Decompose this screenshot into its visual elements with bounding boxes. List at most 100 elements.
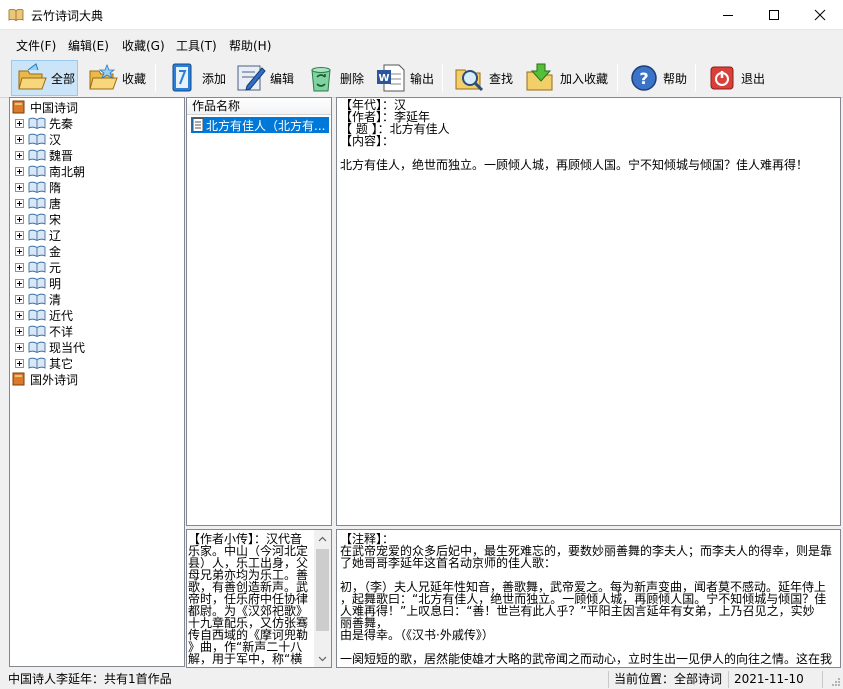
menu-bar: 文件(F) 编辑(E) 收藏(G) 工具(T) 帮助(H) bbox=[0, 31, 843, 58]
tree-node-dynasty[interactable]: 唐 bbox=[15, 195, 61, 211]
maximize-button[interactable] bbox=[751, 0, 797, 30]
expand-plus-icon[interactable] bbox=[15, 246, 24, 256]
toolbar-add-button[interactable]: 添加 bbox=[162, 60, 228, 96]
toolbar-delete-button[interactable]: 删除 bbox=[300, 60, 368, 96]
expand-plus-icon[interactable] bbox=[15, 166, 24, 176]
toolbar-edit-button[interactable]: 编辑 bbox=[230, 60, 296, 96]
expand-plus-icon[interactable] bbox=[15, 198, 24, 208]
tree-node-dynasty[interactable]: 元 bbox=[15, 259, 61, 275]
close-button[interactable] bbox=[797, 0, 843, 30]
edit-pencil-icon bbox=[237, 65, 266, 91]
tree-node-foreign[interactable]: 国外诗词 bbox=[11, 371, 78, 387]
tree-node-dynasty[interactable]: 魏晋 bbox=[15, 147, 73, 163]
scroll-up-button[interactable] bbox=[314, 530, 331, 547]
expand-plus-icon[interactable] bbox=[15, 118, 24, 128]
open-book-icon bbox=[28, 261, 46, 274]
toolbar-find-button[interactable]: 查找 bbox=[449, 60, 516, 96]
tree-node-label: 现当代 bbox=[49, 340, 86, 355]
tree-node-dynasty[interactable]: 辽 bbox=[15, 227, 61, 243]
tree-node-dynasty[interactable]: 现当代 bbox=[15, 339, 85, 355]
tree-node-dynasty[interactable]: 隋 bbox=[15, 179, 61, 195]
maximize-icon bbox=[769, 10, 779, 20]
tree-node-dynasty[interactable]: 清 bbox=[15, 291, 61, 307]
menu-favorites[interactable]: 收藏(G) bbox=[122, 37, 165, 54]
svg-text:?: ? bbox=[639, 69, 648, 88]
tree-node-dynasty[interactable]: 宋 bbox=[15, 211, 61, 227]
expand-plus-icon[interactable] bbox=[15, 214, 24, 224]
window-title: 云竹诗词大典 bbox=[31, 9, 104, 23]
tree-node-dynasty[interactable]: 近代 bbox=[15, 307, 73, 323]
scroll-down-button[interactable] bbox=[314, 650, 331, 667]
expand-plus-icon[interactable] bbox=[15, 230, 24, 240]
open-book-icon bbox=[28, 197, 46, 210]
poem-line: 【 题 】：北方有佳人 bbox=[340, 122, 450, 136]
tree-node-label: 南北朝 bbox=[49, 164, 86, 179]
status-date: 2021-11-10 bbox=[731, 671, 823, 688]
notes-line: 了她哥哥李延年这首名动京师的佳人歌： bbox=[340, 556, 557, 570]
status-works-count: 中国诗人李延年：共有1首作品 bbox=[5, 671, 609, 688]
tree-root-label: 中国诗词 bbox=[30, 100, 79, 115]
open-book-icon bbox=[28, 133, 46, 146]
minimize-icon bbox=[723, 15, 733, 16]
expand-plus-icon[interactable] bbox=[15, 326, 24, 336]
open-book-icon bbox=[28, 293, 46, 306]
works-list-item[interactable]: 北方有佳人（北方有... bbox=[191, 117, 329, 133]
poem-content-panel[interactable]: 【年代】：汉 【作者】：李延年【 题 】：北方有佳人 【内容】： 北方有佳人，绝世而独… bbox=[336, 97, 841, 526]
menu-file[interactable]: 文件(F) bbox=[16, 37, 56, 54]
tree-node-china[interactable]: 中国诗词 bbox=[11, 99, 78, 115]
tree-node-dynasty[interactable]: 先秦 bbox=[15, 115, 73, 131]
expand-plus-icon[interactable] bbox=[15, 262, 24, 272]
tree-node-dynasty[interactable]: 明 bbox=[15, 275, 61, 291]
tree-node-label: 隋 bbox=[49, 180, 62, 195]
category-tree[interactable]: 中国诗词 先秦汉魏晋 南北朝隋唐宋辽金元明清近代 不详 现当代 其它 国外诗词 bbox=[9, 97, 185, 667]
toolbar-favorites-button[interactable]: 收藏 bbox=[82, 60, 150, 96]
bio-scrollbar[interactable] bbox=[314, 530, 331, 667]
expand-plus-icon[interactable] bbox=[15, 278, 24, 288]
open-book-icon bbox=[28, 117, 46, 130]
menu-tools[interactable]: 工具(T) bbox=[176, 37, 217, 54]
toolbar-favorites-label: 收藏 bbox=[122, 71, 147, 86]
expand-plus-icon[interactable] bbox=[15, 134, 24, 144]
works-list[interactable]: 作品名称 北方有佳人（北方有... bbox=[186, 97, 332, 526]
toolbar: 全部 收藏 添加 编辑 删除 W 输出 查找 加入收藏 ? 帮助 退出 bbox=[0, 58, 843, 98]
tree-node-dynasty[interactable]: 金 bbox=[15, 243, 61, 259]
status-position: 当前位置：全部诗词 bbox=[611, 671, 729, 688]
tree-node-dynasty[interactable]: 汉 bbox=[15, 131, 61, 147]
author-bio-panel[interactable]: 【作者小传】：汉代音 乐家。中山（今河北定 县）人，乐工出身，父 母兄弟亦均为乐工。善… bbox=[186, 529, 332, 668]
exit-icon bbox=[710, 66, 734, 90]
search-folder-icon bbox=[455, 69, 484, 92]
toolbar-exit-button[interactable]: 退出 bbox=[701, 60, 769, 96]
minimize-button[interactable] bbox=[705, 0, 751, 30]
notes-line: 由是得幸。（《汉书·外戚传》） bbox=[340, 628, 494, 642]
toolbar-delete-label: 删除 bbox=[340, 71, 365, 86]
toolbar-all-button[interactable]: 全部 bbox=[11, 60, 78, 96]
toolbar-add-favorite-button[interactable]: 加入收藏 bbox=[520, 60, 612, 96]
menu-edit[interactable]: 编辑(E) bbox=[68, 37, 109, 54]
expand-plus-icon[interactable] bbox=[15, 358, 24, 368]
tree-node-label: 魏晋 bbox=[49, 148, 74, 163]
toolbar-export-button[interactable]: W 输出 bbox=[370, 60, 438, 96]
word-export-icon: W bbox=[377, 64, 405, 92]
tree-node-dynasty[interactable]: 其它 bbox=[15, 355, 73, 371]
tree-node-dynasty[interactable]: 不详 bbox=[15, 323, 73, 339]
toolbar-export-label: 输出 bbox=[410, 71, 435, 86]
toolbar-edit-label: 编辑 bbox=[270, 71, 295, 86]
resize-grip-icon[interactable] bbox=[830, 676, 841, 687]
expand-plus-icon[interactable] bbox=[15, 310, 24, 320]
expand-plus-icon[interactable] bbox=[15, 342, 24, 352]
title-bar: 云竹诗词大典 bbox=[0, 0, 843, 30]
poem-line: 【内容】： bbox=[340, 134, 395, 148]
works-column-header[interactable]: 作品名称 bbox=[187, 98, 331, 115]
toolbar-separator bbox=[617, 64, 618, 92]
notes-panel[interactable]: 【注释】： 在武帝宠爱的众多后妃中，最生死难忘的，要数妙丽善舞的李夫人；而李夫人的… bbox=[336, 529, 841, 668]
scroll-thumb[interactable] bbox=[316, 549, 329, 631]
expand-plus-icon[interactable] bbox=[15, 150, 24, 160]
menu-help[interactable]: 帮助(H) bbox=[229, 37, 271, 54]
tree-node-dynasty[interactable]: 南北朝 bbox=[15, 163, 85, 179]
expand-plus-icon[interactable] bbox=[15, 294, 24, 304]
toolbar-help-label: 帮助 bbox=[663, 71, 688, 86]
add-favorite-icon bbox=[526, 63, 553, 91]
expand-plus-icon[interactable] bbox=[15, 182, 24, 192]
toolbar-help-button[interactable]: ? 帮助 bbox=[623, 60, 691, 96]
open-book-icon bbox=[28, 213, 46, 226]
